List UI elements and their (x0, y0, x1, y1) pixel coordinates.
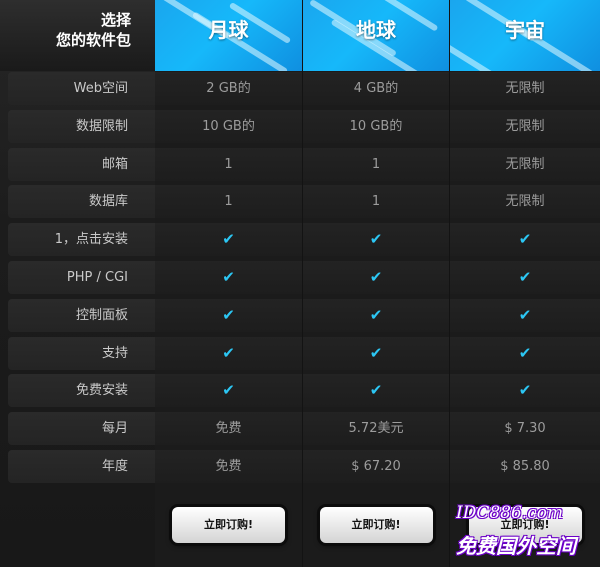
feature-value: 10 GB的 (155, 110, 302, 143)
feature-value: 无限制 (450, 110, 600, 143)
feature-value: 1 (303, 185, 449, 218)
plan-header: 宇宙 (450, 0, 600, 71)
checkmark-icon: ✔ (303, 337, 449, 370)
feature-label: 数据库 (8, 185, 156, 218)
feature-value: 无限制 (450, 185, 600, 218)
feature-value: $ 85.80 (450, 450, 600, 483)
plan-name: 宇宙 (505, 18, 545, 42)
feature-value: 10 GB的 (303, 110, 449, 143)
feature-label: 邮箱 (8, 148, 156, 181)
feature-value: 5.72美元 (303, 412, 449, 445)
checkmark-icon: ✔ (155, 299, 302, 332)
checkmark-icon: ✔ (303, 261, 449, 294)
feature-value: 1 (155, 148, 302, 181)
feature-value: 免费 (155, 412, 302, 445)
checkmark-icon: ✔ (155, 261, 302, 294)
feature-label: 数据限制 (8, 110, 156, 143)
feature-value: 1 (155, 185, 302, 218)
feature-label: 1，点击安装 (8, 223, 156, 256)
plan-name: 月球 (208, 18, 249, 42)
feature-value: 2 GB的 (155, 72, 302, 105)
plan-header: 月球 (155, 0, 302, 71)
table-title: 选择 您的软件包 (0, 0, 155, 71)
checkmark-icon: ✔ (450, 223, 600, 256)
checkmark-icon: ✔ (303, 223, 449, 256)
checkmark-icon: ✔ (155, 337, 302, 370)
checkmark-icon: ✔ (450, 337, 600, 370)
feature-value: 无限制 (450, 148, 600, 181)
feature-label: 支持 (8, 337, 156, 370)
feature-value: 无限制 (450, 72, 600, 105)
title-line-2: 您的软件包 (55, 31, 131, 49)
watermark-tagline: 免费国外空间 (456, 534, 576, 558)
checkmark-icon: ✔ (450, 299, 600, 332)
feature-value: $ 67.20 (303, 450, 449, 483)
feature-value: 1 (303, 148, 449, 181)
checkmark-icon: ✔ (303, 374, 449, 407)
checkmark-icon: ✔ (303, 299, 449, 332)
checkmark-icon: ✔ (450, 374, 600, 407)
feature-value: 4 GB的 (303, 72, 449, 105)
order-now-button[interactable]: 立即订购! (172, 507, 285, 543)
order-now-button[interactable]: 立即订购! (319, 507, 433, 543)
checkmark-icon: ✔ (155, 374, 302, 407)
title-line-1: 选择 (100, 11, 131, 29)
checkmark-icon: ✔ (155, 223, 302, 256)
feature-value: 免费 (155, 450, 302, 483)
feature-label: Web空间 (8, 72, 156, 105)
checkmark-icon: ✔ (450, 261, 600, 294)
plan-name: 地球 (356, 18, 396, 42)
watermark-domain: IDC886.com (456, 503, 564, 523)
feature-value: $ 7.30 (450, 412, 600, 445)
feature-label: 年度 (8, 450, 156, 483)
feature-label: PHP / CGI (8, 261, 156, 294)
feature-label: 每月 (8, 412, 156, 445)
feature-label: 控制面板 (8, 299, 156, 332)
feature-label: 免费安装 (8, 374, 156, 407)
plan-header: 地球 (303, 0, 449, 71)
